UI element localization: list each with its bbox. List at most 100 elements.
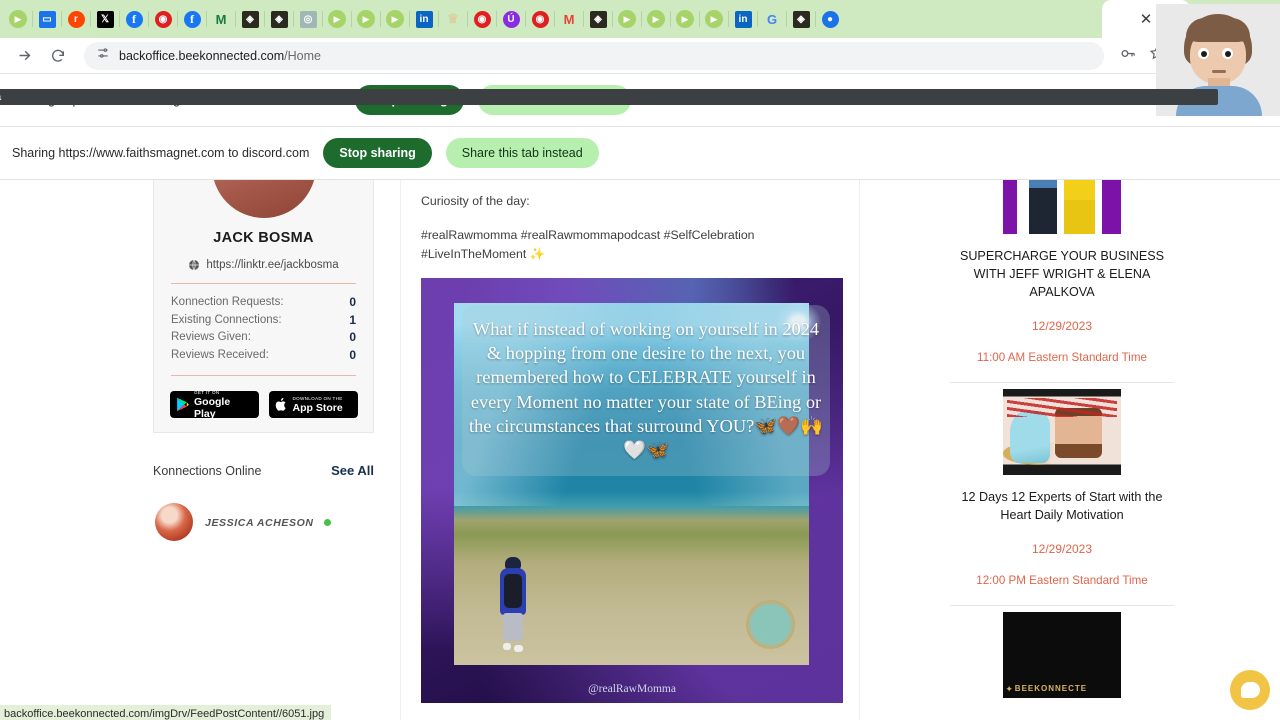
shield-icon[interactable]: ◈ bbox=[587, 8, 609, 30]
event-card[interactable]: SUPERCHARGE YOUR BUSINESS WITH JEFF WRIG… bbox=[950, 180, 1174, 389]
tab-separator bbox=[264, 11, 265, 27]
medium-icon[interactable]: M bbox=[210, 8, 232, 30]
app-store-badge[interactable]: Download on the App Store bbox=[268, 391, 358, 418]
tab-separator bbox=[641, 11, 642, 27]
status-bar: backoffice.beekonnected.com/imgDrv/FeedP… bbox=[0, 705, 332, 720]
google-play-badge[interactable]: GET IT ON Google Play bbox=[169, 390, 259, 420]
webcam-name-label: Jack Bosma bbox=[0, 89, 1218, 105]
logo-seal bbox=[746, 600, 795, 649]
list-item[interactable]: JESSICA ACHESON bbox=[155, 503, 332, 541]
shield-icon[interactable]: ◈ bbox=[239, 8, 261, 30]
play-icon[interactable]: ▶ bbox=[355, 8, 377, 30]
play-icon[interactable]: ▶ bbox=[674, 8, 696, 30]
stat-row: Reviews Given: 0 bbox=[171, 329, 356, 347]
record-icon[interactable]: ◉ bbox=[471, 8, 493, 30]
tab-separator bbox=[90, 11, 91, 27]
play-icon[interactable]: ▶ bbox=[645, 8, 667, 30]
facebook-icon[interactable]: f bbox=[123, 8, 145, 30]
post-image-handle: @realRawMomma bbox=[588, 683, 676, 695]
close-icon[interactable]: ✕ bbox=[1140, 12, 1153, 27]
event-title: SUPERCHARGE YOUR BUSINESS WITH JEFF WRIG… bbox=[959, 249, 1165, 299]
event-date: 12/29/2023 bbox=[1031, 319, 1093, 333]
google-icon[interactable]: G bbox=[761, 8, 783, 30]
tab-separator bbox=[177, 11, 178, 27]
tab-separator bbox=[293, 11, 294, 27]
crown-icon[interactable]: ♕ bbox=[442, 8, 464, 30]
see-all-link[interactable]: See All bbox=[331, 463, 374, 478]
browser-window: ▶ ▭ r 𝕏f ◉ f M ◈ ◈ ◎ ▶ ▶ ▶ in ♕ ◉ Ú ◉ M ◈ ▶ ▶ ▶ ▶ in G ◈ ● ✕ backof… bbox=[0, 0, 1280, 720]
chat-button[interactable] bbox=[1230, 670, 1270, 710]
tab-separator bbox=[409, 11, 410, 27]
tab-separator bbox=[148, 11, 149, 27]
sharing-bar-discord: Sharing https://www.faithsmagnet.com to … bbox=[0, 127, 1280, 180]
gray-globe-icon[interactable]: ◎ bbox=[297, 8, 319, 30]
shield-icon[interactable]: ◈ bbox=[790, 8, 812, 30]
password-key-icon[interactable] bbox=[1120, 46, 1137, 66]
stat-value: 0 bbox=[349, 330, 356, 344]
post-text-line: Curiosity of the day: bbox=[421, 194, 530, 208]
play-icon[interactable]: ▶ bbox=[7, 8, 29, 30]
x-twitter-icon[interactable]: 𝕏 bbox=[94, 8, 116, 30]
stop-sharing-button[interactable]: Stop sharing bbox=[323, 138, 432, 168]
site-settings-icon[interactable] bbox=[96, 46, 110, 65]
window-icon[interactable]: ▭ bbox=[36, 8, 58, 30]
url-host: backoffice.beekonnected.com bbox=[119, 48, 285, 63]
play-icon[interactable]: ▶ bbox=[384, 8, 406, 30]
linkedin-icon[interactable]: in bbox=[732, 8, 754, 30]
chat-bubble-icon bbox=[1240, 682, 1260, 698]
address-bar[interactable]: backoffice.beekonnected.com/Home bbox=[84, 41, 1104, 70]
facebook-icon[interactable]: f bbox=[181, 8, 203, 30]
tab-separator bbox=[351, 11, 352, 27]
event-thumbnail bbox=[1003, 180, 1121, 234]
tab-separator bbox=[525, 11, 526, 27]
play-icon[interactable]: ▶ bbox=[703, 8, 725, 30]
post-header bbox=[403, 180, 859, 184]
stat-label: Existing Connections: bbox=[171, 313, 282, 326]
blue-circle-icon[interactable]: ● bbox=[819, 8, 841, 30]
tab-separator bbox=[670, 11, 671, 27]
forward-icon[interactable] bbox=[12, 44, 36, 68]
play-icon[interactable]: ▶ bbox=[616, 8, 638, 30]
hiker-figure bbox=[498, 557, 528, 655]
record-icon[interactable]: ◉ bbox=[529, 8, 551, 30]
reload-icon[interactable] bbox=[46, 44, 70, 68]
tab-separator bbox=[612, 11, 613, 27]
post-image-quote: What if instead of working on yourself i… bbox=[462, 305, 830, 477]
shield-icon[interactable]: ◈ bbox=[268, 8, 290, 30]
feed-post: Curiosity of the day: #realRawmomma #rea… bbox=[403, 180, 859, 703]
event-title: 12 Days 12 Experts of Start with the Hea… bbox=[961, 490, 1163, 522]
event-card[interactable]: ✦ BEEKONNECTE bbox=[950, 612, 1174, 704]
tab-separator bbox=[583, 11, 584, 27]
tab-separator bbox=[235, 11, 236, 27]
linkedin-icon[interactable]: in bbox=[413, 8, 435, 30]
event-time: 12:00 PM Eastern Standard Time bbox=[976, 574, 1148, 587]
tab-separator bbox=[119, 11, 120, 27]
record-icon[interactable]: ◉ bbox=[152, 8, 174, 30]
globe-icon bbox=[188, 259, 200, 271]
online-status-dot bbox=[324, 519, 332, 526]
avatar bbox=[155, 503, 193, 541]
reddit-icon[interactable]: r bbox=[65, 8, 87, 30]
stat-value: 0 bbox=[349, 347, 356, 362]
events-list: SUPERCHARGE YOUR BUSINESS WITH JEFF WRIG… bbox=[950, 180, 1174, 704]
gmail-icon[interactable]: M bbox=[558, 8, 580, 30]
play-icon[interactable]: ▶ bbox=[326, 8, 348, 30]
badge-text: App Store bbox=[292, 401, 343, 414]
profile-link[interactable]: https://linktr.ee/jackbosma bbox=[206, 259, 338, 271]
konnections-online-title: Konnections Online bbox=[153, 464, 262, 478]
konnections-online-header: Konnections Online See All bbox=[153, 463, 374, 478]
post-image[interactable]: What if instead of working on yourself i… bbox=[421, 278, 843, 703]
stat-row: Konnection Requests: 0 bbox=[171, 294, 356, 312]
divider bbox=[171, 375, 356, 376]
badge-subtext: Download on the bbox=[292, 395, 343, 401]
tab-separator bbox=[438, 11, 439, 27]
tab-separator bbox=[786, 11, 787, 27]
profile-link-row[interactable]: https://linktr.ee/jackbosma bbox=[154, 259, 373, 271]
tab-separator bbox=[699, 11, 700, 27]
profile-card: JACK BOSMA https://linktr.ee/jackbosma K… bbox=[153, 180, 374, 433]
share-this-tab-button[interactable]: Share this tab instead bbox=[445, 138, 599, 168]
unstoppable-icon[interactable]: Ú bbox=[500, 8, 522, 30]
event-card[interactable]: 12 Days 12 Experts of Start with the Hea… bbox=[950, 389, 1174, 612]
url-path: /Home bbox=[284, 48, 321, 63]
stat-row: Existing Connections: 1 bbox=[171, 312, 356, 330]
